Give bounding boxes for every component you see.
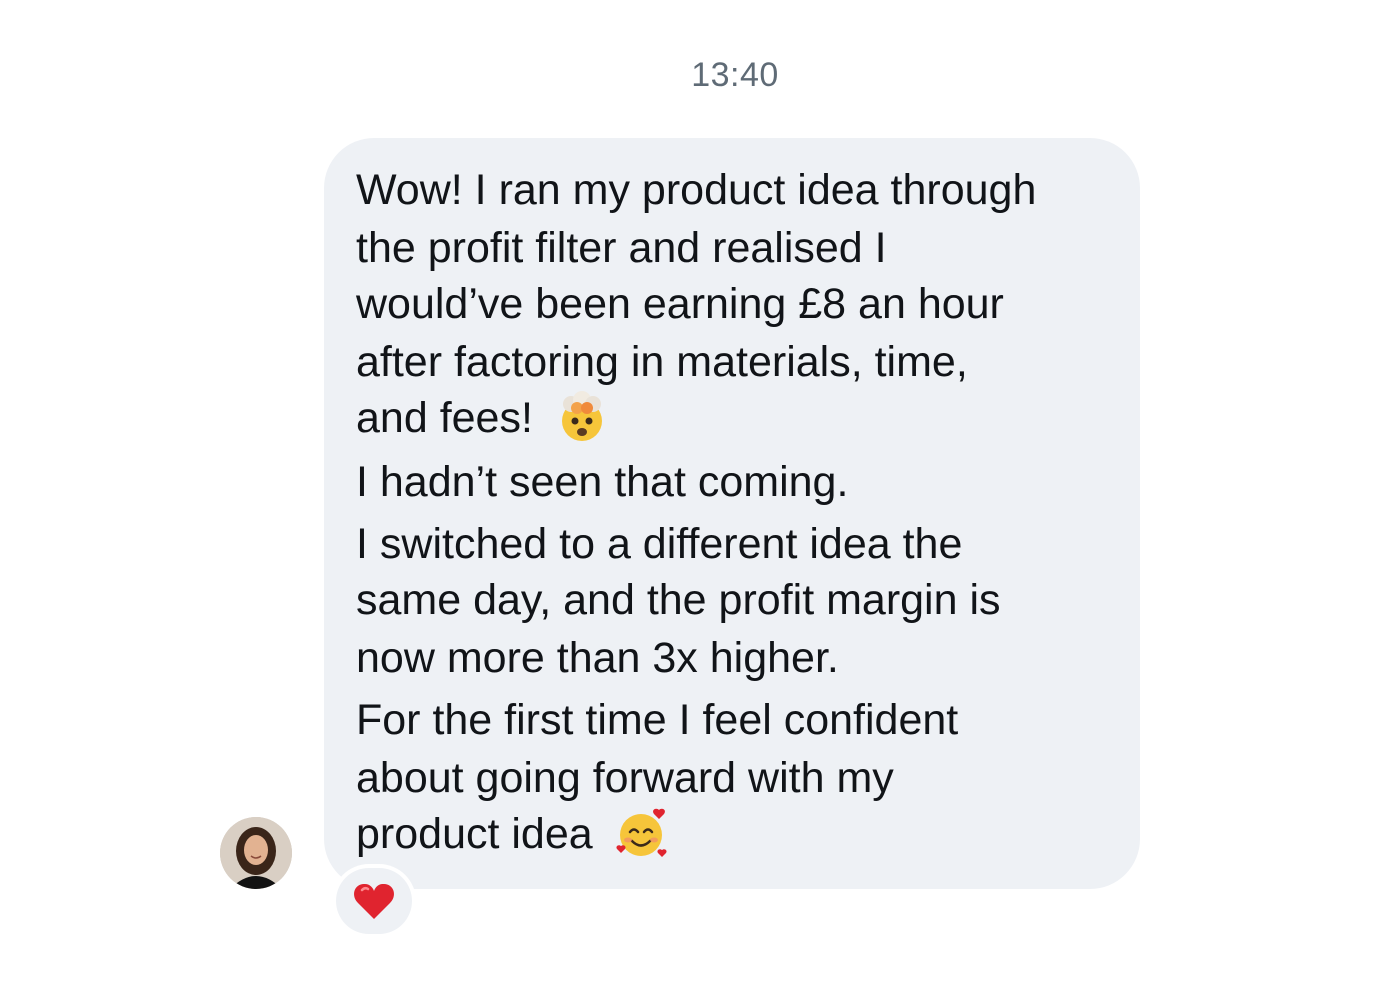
message-line: now more than 3x higher. [356, 634, 839, 682]
exploding-head-emoji [555, 390, 609, 444]
heart-icon [354, 883, 394, 919]
avatar[interactable] [220, 817, 292, 889]
message-line: I hadn’t seen that coming. [356, 458, 849, 506]
message-text: and fees! [356, 394, 533, 442]
message-bubble[interactable]: Wow! I ran my product idea through the p… [324, 138, 1140, 889]
message-line: Wow! I ran my product idea through [356, 166, 1037, 214]
message-line: same day, and the profit margin is [356, 576, 1001, 624]
message-line: would’ve been earning £8 an hour [356, 280, 1004, 328]
message-line-with-emoji: product idea [356, 806, 669, 862]
reaction-badge[interactable] [336, 868, 412, 934]
message-line: I switched to a different idea the [356, 520, 963, 568]
message-text: product idea [356, 810, 593, 858]
smiling-face-with-hearts-emoji [615, 806, 669, 860]
message-line: about going forward with my [356, 754, 894, 802]
timestamp: 13:40 [691, 56, 779, 94]
message-line-with-emoji: and fees! [356, 390, 609, 446]
message-line: after factoring in materials, time, [356, 338, 968, 386]
message-line: For the first time I feel confident [356, 696, 959, 744]
message-line: the profit filter and realised I [356, 224, 887, 272]
